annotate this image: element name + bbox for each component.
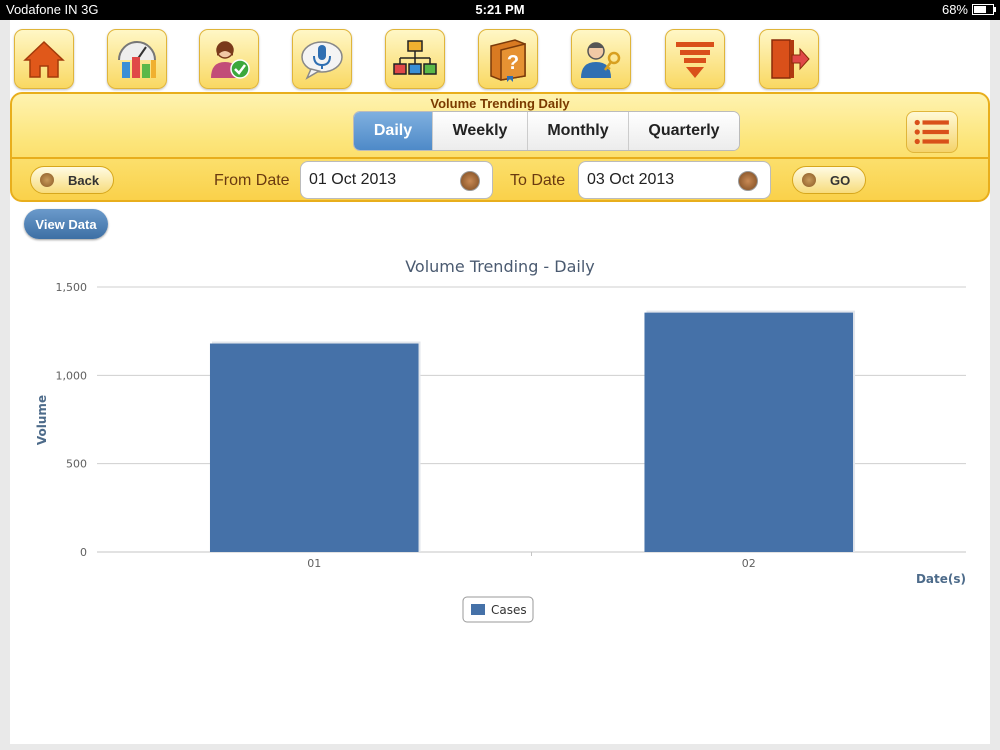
from-date-clear-icon[interactable] — [460, 171, 480, 191]
sort-button[interactable] — [665, 29, 725, 89]
back-button[interactable]: Back — [30, 166, 114, 194]
y-tick-label: 500 — [66, 458, 87, 471]
sort-list-icon — [676, 42, 714, 78]
tab-weekly[interactable]: Weekly — [432, 112, 527, 150]
from-date-field[interactable]: 01 Oct 2013 — [300, 161, 493, 199]
battery-percent: 68% — [941, 2, 968, 17]
org-chart-icon — [393, 40, 437, 75]
panel-title: Volume Trending Daily — [430, 96, 570, 111]
user-check-icon — [211, 41, 250, 79]
to-date-value: 03 Oct 2013 — [587, 171, 675, 188]
x-axis-label: Date(s) — [916, 572, 966, 586]
icon-toolbar: ? — [10, 20, 990, 92]
battery-indicator: 68% — [941, 2, 996, 17]
user-key-icon — [581, 42, 621, 78]
voice-button[interactable] — [292, 29, 352, 89]
legend-label: Cases — [491, 603, 527, 617]
view-data-button[interactable]: View Data — [24, 209, 108, 239]
chart-title: Volume Trending - Daily — [405, 257, 595, 276]
bar — [209, 343, 419, 552]
to-date-label: To Date — [510, 172, 566, 189]
chart-canvas: Volume Trending - Daily 0 500 1,000 1,500 Vol… — [35, 257, 966, 623]
from-date-label: From Date — [214, 172, 290, 189]
help-button[interactable]: ? — [478, 29, 538, 89]
go-bullet-icon — [802, 173, 816, 187]
legend-swatch — [471, 604, 485, 615]
list-icon — [914, 119, 949, 145]
dashboard-button[interactable] — [107, 29, 167, 89]
from-date-value: 01 Oct 2013 — [309, 171, 397, 188]
tab-quarterly[interactable]: Quarterly — [628, 112, 739, 150]
back-bullet-icon — [40, 173, 54, 187]
back-label: Back — [68, 172, 100, 188]
home-button[interactable] — [14, 29, 74, 89]
svg-text:?: ? — [507, 52, 519, 74]
to-date-field[interactable]: 03 Oct 2013 — [578, 161, 771, 199]
x-tick-label: 02 — [742, 557, 756, 570]
go-button[interactable]: GO — [792, 166, 866, 194]
microphone-icon — [301, 41, 343, 80]
clock: 5:21 PM — [475, 2, 525, 17]
y-axis-label: Volume — [35, 395, 49, 445]
period-segmented-control: Daily Weekly Monthly Quarterly — [353, 111, 740, 151]
hierarchy-button[interactable] — [385, 29, 445, 89]
logout-button[interactable] — [759, 29, 819, 89]
bar — [644, 312, 854, 552]
battery-icon — [972, 4, 996, 15]
menu-list-button[interactable] — [906, 111, 958, 153]
y-tick-label: 0 — [80, 546, 87, 559]
go-label: GO — [830, 172, 851, 188]
to-date-clear-icon[interactable] — [738, 171, 758, 191]
home-icon — [23, 40, 65, 78]
help-book-icon: ? — [490, 39, 526, 82]
status-bar: Vodafone IN 3G 5:21 PM 68% — [0, 0, 1000, 20]
filter-panel: Volume Trending Daily Daily Weekly Month… — [10, 92, 990, 202]
panel-divider — [12, 157, 988, 159]
user-access-button[interactable] — [571, 29, 631, 89]
logout-icon — [771, 39, 810, 79]
gauge-chart-icon — [118, 41, 156, 78]
y-tick-label: 1,500 — [56, 281, 88, 294]
x-tick-label: 01 — [307, 557, 321, 570]
y-tick-label: 1,000 — [56, 369, 88, 382]
tab-monthly[interactable]: Monthly — [527, 112, 628, 150]
tab-daily[interactable]: Daily — [354, 112, 432, 150]
app-window: ? Volume Trending Daily Daily Weekly Mon… — [10, 20, 990, 744]
volume-chart: Volume Trending - Daily 0 500 1,000 1,500 Vol… — [10, 250, 990, 660]
user-approve-button[interactable] — [199, 29, 259, 89]
